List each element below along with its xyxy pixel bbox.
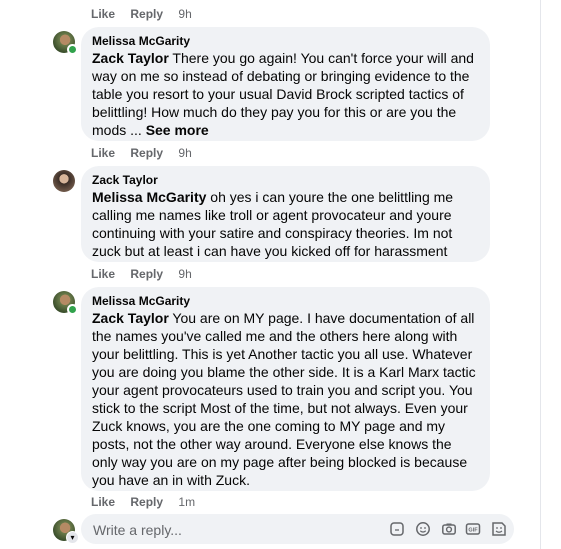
- reply-button[interactable]: Reply: [130, 7, 163, 21]
- avatar[interactable]: [53, 170, 75, 192]
- comment-text: Zack Taylor There you go again! You can'…: [92, 49, 478, 139]
- reply-button[interactable]: Reply: [130, 146, 163, 160]
- comment-actions: Like Reply 9h: [91, 267, 204, 281]
- timestamp: 1m: [178, 495, 196, 509]
- comment-bubble: Melissa McGarity Zack Taylor You are on …: [81, 287, 490, 491]
- comment-actions: Like Reply 1m: [91, 495, 207, 509]
- like-button[interactable]: Like: [91, 495, 115, 509]
- online-indicator: [67, 44, 78, 55]
- comment-bubble: Melissa McGarity Zack Taylor There you g…: [81, 27, 490, 141]
- online-indicator: [67, 304, 78, 315]
- comment-text: Zack Taylor You are on MY page. I have d…: [92, 309, 478, 489]
- chevron-down-icon[interactable]: ▾: [66, 531, 79, 544]
- comment-text: Melissa McGarity oh yes i can youre the …: [92, 188, 478, 260]
- timestamp: 9h: [178, 267, 192, 281]
- reply-button[interactable]: Reply: [130, 495, 163, 509]
- gif-icon[interactable]: GIF: [465, 521, 481, 537]
- comment-bubble: Zack Taylor Melissa McGarity oh yes i ca…: [81, 166, 490, 262]
- reply-composer: GIF: [81, 514, 514, 544]
- reply-button[interactable]: Reply: [130, 267, 163, 281]
- emoji-icon[interactable]: [415, 521, 431, 537]
- see-more-link[interactable]: See more: [146, 122, 209, 138]
- right-scroll-area: [540, 0, 561, 549]
- mention-link[interactable]: Zack Taylor: [92, 50, 169, 66]
- comment-author[interactable]: Melissa McGarity: [92, 33, 478, 49]
- timestamp: 9h: [178, 146, 192, 160]
- comment-author[interactable]: Zack Taylor: [92, 172, 478, 188]
- sticker-icon[interactable]: [389, 521, 405, 537]
- svg-text:GIF: GIF: [468, 528, 478, 534]
- like-button[interactable]: Like: [91, 146, 115, 160]
- mention-link[interactable]: Zack Taylor: [92, 310, 169, 326]
- comment-author[interactable]: Melissa McGarity: [92, 293, 478, 309]
- sticker-face-icon[interactable]: [491, 521, 507, 537]
- like-button[interactable]: Like: [91, 267, 115, 281]
- reply-input[interactable]: [91, 519, 385, 541]
- comment-actions: Like Reply 9h: [91, 146, 204, 160]
- timestamp: 9h: [178, 7, 192, 21]
- comment-actions: Like Reply 9h: [91, 7, 204, 21]
- comment-body: You are on MY page. I have documentation…: [92, 310, 476, 488]
- camera-icon[interactable]: [441, 521, 457, 537]
- mention-link[interactable]: Melissa McGarity: [92, 189, 206, 205]
- like-button[interactable]: Like: [91, 7, 115, 21]
